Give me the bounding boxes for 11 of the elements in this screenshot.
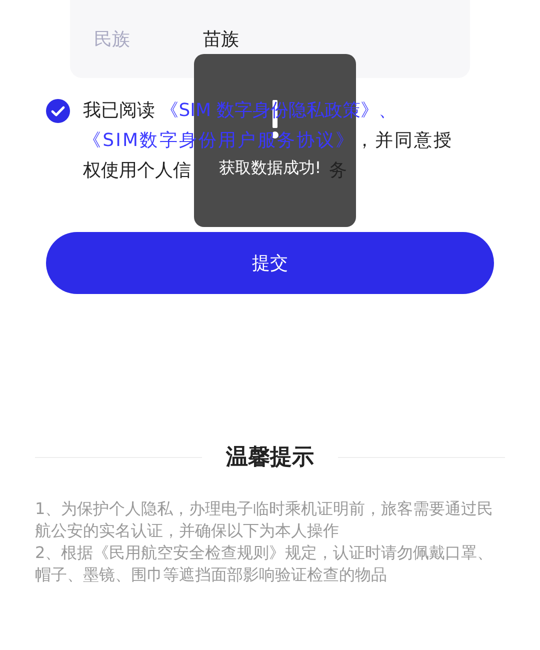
- tip-text: 2、根据《民用航空安全检查规则》规定，认证时请勿佩戴口罩、帽子、墨镜、围巾等遮挡面部影响验证检查的物品: [35, 542, 494, 586]
- field-value: 苗族: [203, 28, 239, 51]
- tips-title: 温馨提示: [224, 444, 315, 472]
- field-label: 民族: [94, 28, 131, 51]
- toast-message: 获取数据成功!: [218, 158, 322, 179]
- agreement-text: ，并同意授: [355, 130, 454, 151]
- tip-text: 1、为保护个人隐私，办理电子临时乘机证明前，旅客需要通过民航公安的实名认证，并确保以下为本人操作: [35, 498, 494, 542]
- checkbox[interactable]: [46, 99, 70, 123]
- submit-button[interactable]: 提交: [46, 232, 494, 294]
- agreement-text: 权使用个人信: [83, 160, 191, 181]
- agreement-text: 我已阅读: [83, 100, 156, 121]
